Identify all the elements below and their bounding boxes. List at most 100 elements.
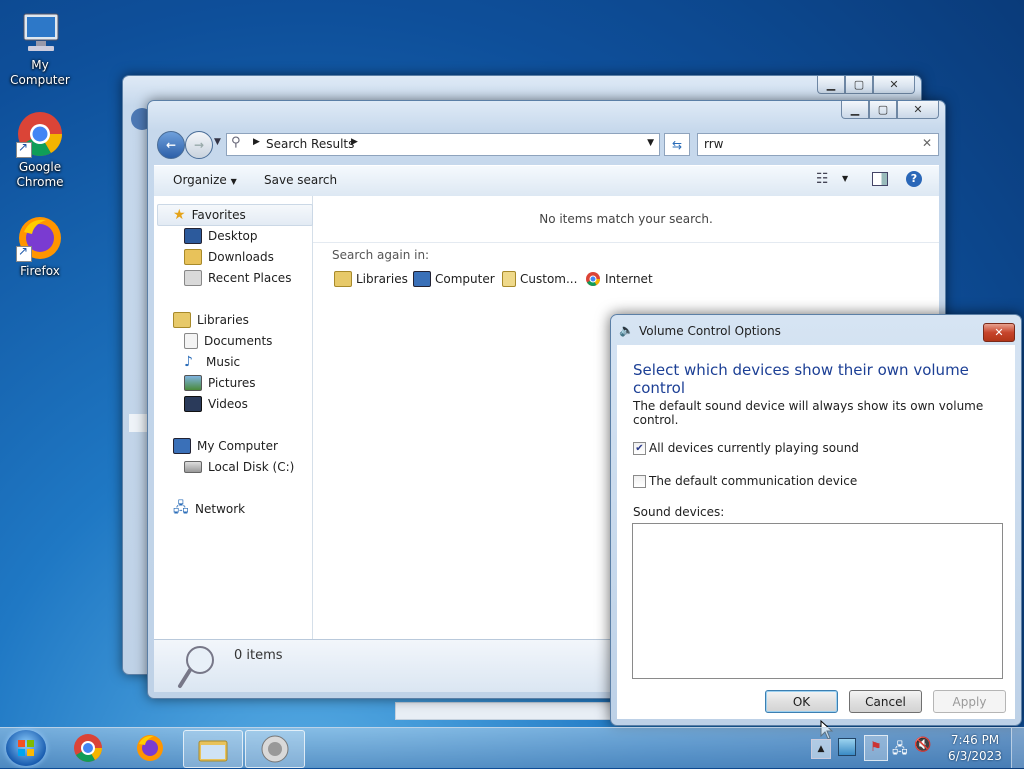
- nav-network[interactable]: 🖧 Network: [173, 499, 245, 519]
- nav-music[interactable]: ♪ Music: [184, 352, 240, 372]
- help-icon[interactable]: ?: [906, 171, 922, 187]
- all-devices-checkbox[interactable]: ✔: [633, 442, 646, 455]
- address-dropdown-icon[interactable]: ▼: [647, 138, 654, 148]
- libraries-icon: [334, 271, 352, 287]
- taskbar-chrome[interactable]: [59, 730, 117, 766]
- navigation-bar: ← → ▼ ⚲ ▶ Search Results ▶ ▼ ⇆ rrw ✕: [154, 129, 939, 163]
- breadcrumb-separator-icon[interactable]: ▶: [253, 137, 260, 147]
- desktop-icon-firefox[interactable]: Firefox: [0, 214, 80, 279]
- chrome-icon: [74, 734, 102, 762]
- breadcrumb-separator-icon[interactable]: ▶: [351, 137, 358, 147]
- ok-button[interactable]: OK: [765, 690, 838, 713]
- taskbar: ▲ ⚑ 🖧 🔇 7:46 PM 6/3/2023: [0, 727, 1024, 768]
- navigation-pane: ★ Favorites Desktop Downloads Recent Plac…: [154, 196, 313, 640]
- shortcut-arrow-icon: [16, 244, 32, 262]
- desktop-icon-google-chrome[interactable]: Google Chrome: [0, 110, 80, 190]
- address-bar[interactable]: ⚲ ▶ Search Results ▶ ▼: [226, 133, 660, 156]
- sound-devices-list[interactable]: [632, 523, 1003, 679]
- apply-button[interactable]: Apply: [933, 690, 1006, 713]
- clock-time: 7:46 PM: [950, 733, 1000, 747]
- nav-desktop[interactable]: Desktop: [184, 226, 258, 246]
- close-button[interactable]: ✕: [897, 101, 939, 119]
- save-search-button[interactable]: Save search: [264, 173, 337, 187]
- forward-button[interactable]: →: [185, 131, 213, 159]
- firefox-icon: [137, 735, 163, 761]
- nav-videos[interactable]: Videos: [184, 394, 248, 414]
- network-tray-icon[interactable]: 🖧: [892, 738, 908, 762]
- network-icon: 🖧: [173, 500, 189, 516]
- clear-search-icon[interactable]: ✕: [922, 136, 932, 150]
- chrome-icon: [16, 110, 64, 158]
- clock[interactable]: 7:46 PM 6/3/2023: [940, 732, 1010, 764]
- search-icon: ⚲: [231, 135, 241, 150]
- show-hidden-icons-button[interactable]: ▲: [811, 739, 831, 759]
- nav-favorites[interactable]: ★ Favorites: [173, 205, 246, 225]
- nav-local-disk[interactable]: Local Disk (C:): [184, 457, 294, 477]
- default-communication-label[interactable]: The default communication device: [649, 474, 857, 488]
- chrome-icon: [586, 272, 600, 286]
- volume-control-options-dialog[interactable]: 🔈 Volume Control Options ✕ Select which …: [610, 314, 1022, 726]
- search-again-label: Search again in:: [332, 248, 430, 262]
- drive-icon: [184, 461, 202, 473]
- dialog-heading: Select which devices show their own volu…: [633, 361, 969, 397]
- taskbar-volume-dialog[interactable]: [245, 730, 305, 768]
- nav-label: Recent Places: [208, 271, 292, 285]
- start-button[interactable]: [6, 730, 46, 766]
- background-window-pane: [129, 414, 149, 432]
- breadcrumb-search-results[interactable]: Search Results: [266, 137, 354, 151]
- caption-buttons: ▁ ▢ ✕: [841, 101, 939, 119]
- views-dropdown-icon[interactable]: ▼: [842, 174, 848, 183]
- tray-app-icon[interactable]: [838, 738, 856, 756]
- forward-arrow-icon: →: [193, 138, 205, 152]
- search-again-custom[interactable]: Custom...: [502, 271, 577, 287]
- nav-libraries[interactable]: Libraries: [173, 310, 249, 330]
- nav-recent-places[interactable]: Recent Places: [184, 268, 291, 288]
- back-button[interactable]: ←: [157, 131, 185, 159]
- search-again-item-label: Internet: [605, 272, 653, 286]
- all-devices-label[interactable]: All devices currently playing sound: [649, 441, 859, 455]
- nav-downloads[interactable]: Downloads: [184, 247, 274, 267]
- taskbar-firefox[interactable]: [121, 730, 179, 766]
- search-again-internet[interactable]: Internet: [585, 271, 653, 287]
- nav-documents[interactable]: Documents: [184, 331, 272, 351]
- nav-label: Downloads: [208, 250, 274, 264]
- maximize-button[interactable]: ▢: [869, 101, 897, 119]
- nav-label: Favorites: [191, 208, 246, 222]
- minimize-button[interactable]: ▁: [841, 101, 869, 119]
- nav-label: Local Disk (C:): [208, 460, 295, 474]
- maximize-button[interactable]: ▢: [845, 76, 873, 94]
- pictures-icon: [184, 375, 202, 391]
- nav-pictures[interactable]: Pictures: [184, 373, 256, 393]
- speaker-icon: [261, 735, 289, 763]
- nav-label: Pictures: [208, 376, 256, 390]
- search-input[interactable]: rrw ✕: [697, 133, 939, 156]
- recent-pages-dropdown[interactable]: ▼: [214, 137, 221, 147]
- close-button[interactable]: ✕: [983, 323, 1015, 342]
- search-again-item-label: Custom...: [520, 272, 578, 286]
- action-center-flag-icon[interactable]: ⚑: [864, 735, 888, 761]
- show-desktop-button[interactable]: [1011, 728, 1024, 768]
- recent-places-icon: [184, 270, 202, 286]
- libraries-icon: [173, 312, 191, 328]
- preview-pane-icon[interactable]: [872, 172, 888, 186]
- volume-muted-icon[interactable]: 🔇: [914, 737, 931, 753]
- speaker-icon: 🔈: [619, 323, 634, 337]
- desktop-icon-my-computer[interactable]: My Computer: [0, 8, 80, 88]
- cancel-button[interactable]: Cancel: [849, 690, 922, 713]
- dialog-body: Select which devices show their own volu…: [617, 345, 1015, 719]
- search-again-libraries[interactable]: Libraries: [334, 271, 408, 287]
- taskbar-explorer[interactable]: [183, 730, 243, 768]
- default-communication-checkbox[interactable]: [633, 475, 646, 488]
- computer-icon: [173, 438, 191, 454]
- search-again-item-label: Libraries: [356, 272, 408, 286]
- refresh-icon: ⇆: [671, 137, 683, 152]
- search-again-computer[interactable]: Computer: [413, 271, 495, 287]
- organize-menu[interactable]: Organize ▼: [173, 173, 237, 187]
- nav-my-computer[interactable]: My Computer: [173, 436, 278, 456]
- close-button[interactable]: ✕: [873, 76, 915, 94]
- views-icon[interactable]: ☷: [816, 171, 829, 187]
- no-items-message: No items match your search.: [539, 212, 713, 226]
- refresh-button[interactable]: ⇆: [664, 133, 690, 156]
- minimize-button[interactable]: ▁: [817, 76, 845, 94]
- search-again-item-label: Computer: [435, 272, 495, 286]
